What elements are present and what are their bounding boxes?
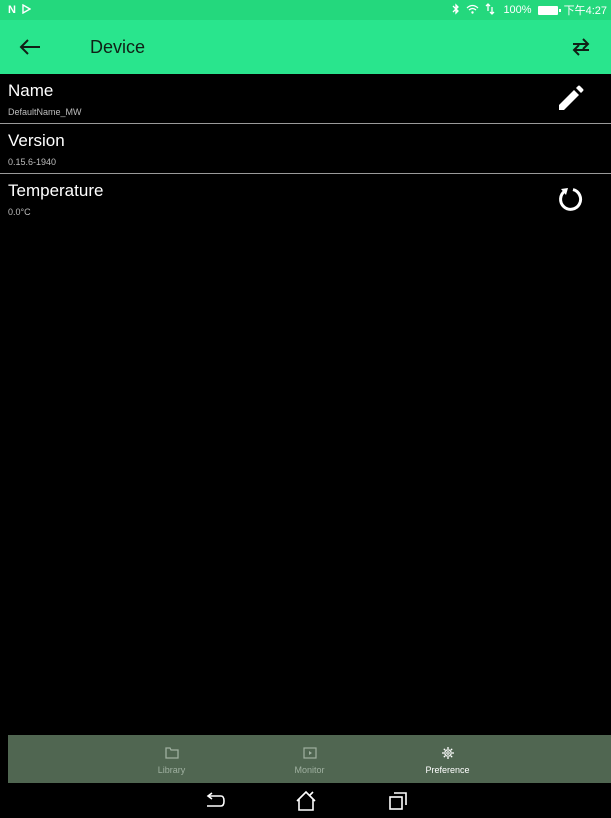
device-info-list: Name DefaultName_MW Version 0.15.6-1940 … — [0, 74, 611, 224]
data-icon — [485, 2, 497, 18]
bottom-navigation: Library Monitor Preference — [8, 735, 611, 783]
name-label: Name — [8, 81, 54, 100]
arrow-back-icon[interactable] — [0, 38, 60, 56]
edit-pencil-icon[interactable] — [553, 82, 587, 116]
nav-label-monitor: Monitor — [294, 764, 325, 775]
n-icon: N — [8, 4, 16, 16]
swap-icon[interactable] — [551, 37, 611, 57]
nav-item-library[interactable]: Library — [103, 735, 241, 783]
temperature-label: Temperature — [8, 181, 104, 200]
battery-icon — [537, 5, 561, 15]
version-label: Version — [8, 131, 65, 150]
app-bar: Device — [0, 20, 611, 74]
temperature-value: 0.0°C — [8, 207, 31, 217]
home-icon[interactable] — [289, 786, 323, 816]
play-store-icon — [22, 3, 32, 17]
name-value: DefaultName_MW — [8, 107, 82, 117]
status-bar-left: N — [0, 3, 32, 17]
clock: 下午4:27 — [563, 5, 607, 17]
system-navigation-bar — [0, 783, 611, 818]
list-item-version: Version 0.15.6-1940 — [0, 124, 611, 174]
wifi-icon — [466, 4, 479, 17]
version-value: 0.15.6-1940 — [8, 157, 57, 167]
list-item-name: Name DefaultName_MW — [0, 74, 611, 124]
nav-label-preference: Preference — [425, 764, 470, 775]
nav-label-library: Library — [157, 764, 186, 775]
nav-item-preference[interactable]: Preference — [379, 735, 517, 783]
bluetooth-icon — [452, 2, 460, 18]
list-item-temperature: Temperature 0.0°C — [0, 174, 611, 224]
folder-icon — [164, 744, 179, 762]
back-icon[interactable] — [197, 786, 231, 816]
page-title: Device — [90, 36, 146, 57]
status-bar: N 100% 下午4:27 — [0, 0, 611, 20]
recents-icon[interactable] — [381, 786, 415, 816]
nav-item-monitor[interactable]: Monitor — [241, 735, 379, 783]
refresh-icon[interactable] — [553, 182, 587, 216]
play-screen-icon — [302, 744, 317, 762]
gear-icon — [441, 744, 455, 762]
battery-percent: 100% — [503, 4, 532, 16]
status-bar-right: 100% 下午4:27 — [452, 2, 611, 18]
